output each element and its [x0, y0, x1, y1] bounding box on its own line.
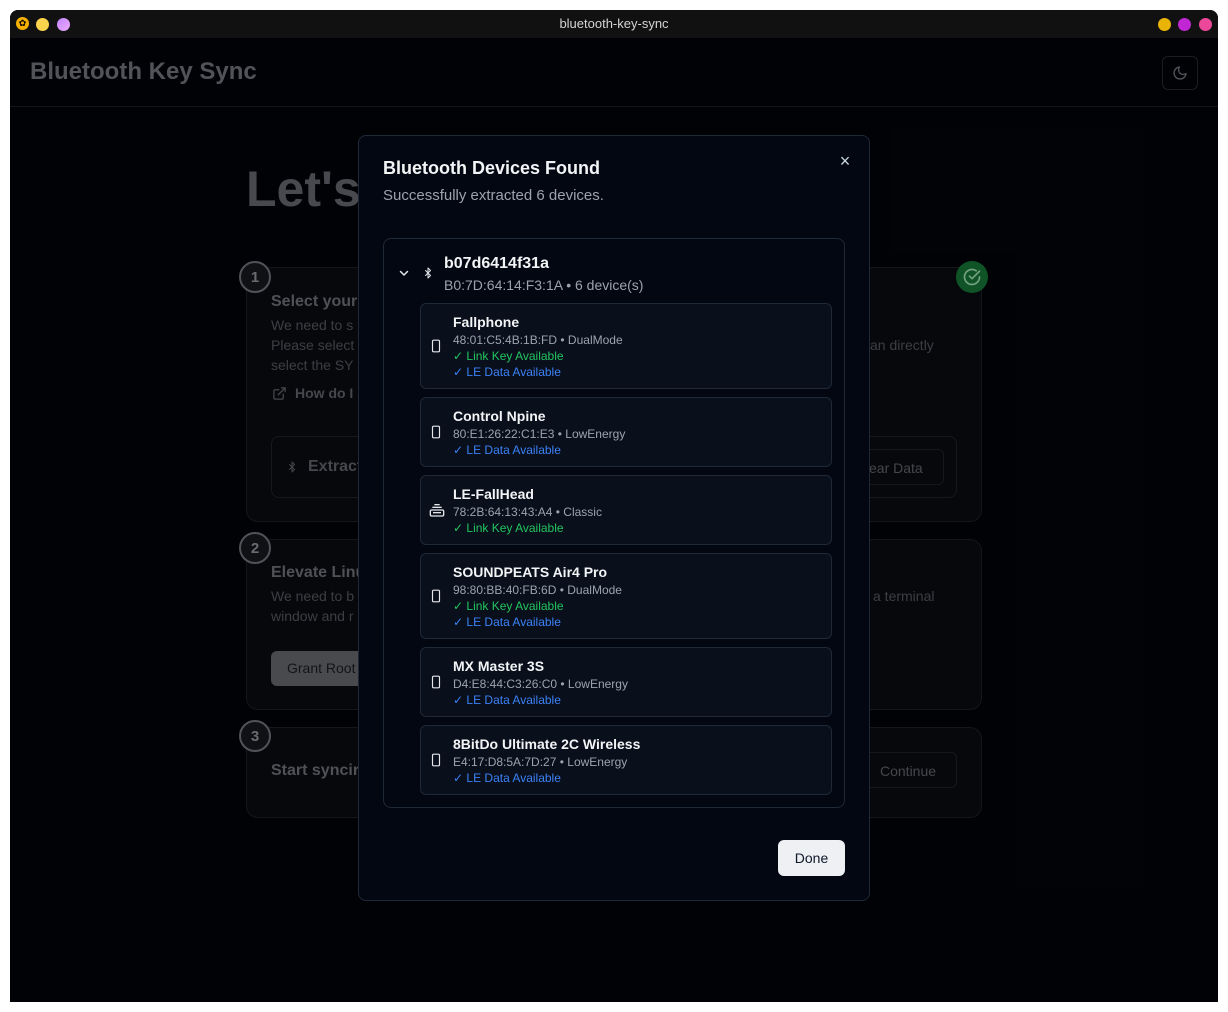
- device-card[interactable]: SOUNDPEATS Air4 Pro 98:80:BB:40:FB:6D • …: [420, 553, 832, 639]
- phone-icon: [431, 425, 441, 439]
- phone-icon: [431, 753, 441, 767]
- device-name: MX Master 3S: [453, 658, 545, 674]
- dialog-subtitle: Successfully extracted 6 devices.: [383, 187, 604, 204]
- device-name: 8BitDo Ultimate 2C Wireless: [453, 736, 641, 752]
- device-meta: D4:E8:44:C3:26:C0 • LowEnergy: [453, 677, 628, 691]
- phone-icon: [431, 589, 441, 603]
- dialog-title: Bluetooth Devices Found: [383, 158, 601, 178]
- device-card[interactable]: Control Npine 80:E1:26:22:C1:E3 • LowEne…: [420, 397, 832, 467]
- le-data-status: ✓ LE Data Available: [453, 615, 561, 629]
- close-icon[interactable]: ×: [835, 151, 855, 171]
- device-name: LE-FallHead: [453, 486, 534, 502]
- device-name: Fallphone: [453, 314, 520, 330]
- device-card[interactable]: LE-FallHead 78:2B:64:13:43:A4 • Classic …: [420, 475, 832, 545]
- done-button[interactable]: Done: [778, 840, 845, 876]
- device-name: SOUNDPEATS Air4 Pro: [453, 564, 608, 580]
- device-card[interactable]: Fallphone 48:01:C5:4B:1B:FD • DualMode ✓…: [420, 303, 832, 389]
- le-data-status: ✓ LE Data Available: [453, 693, 561, 707]
- keyboard-icon: [429, 504, 445, 517]
- adapter-meta: B0:7D:64:14:F3:1A • 6 device(s): [444, 277, 644, 293]
- devices-dialog: Bluetooth Devices Found Successfully ext…: [358, 135, 870, 901]
- link-key-status: ✓ Link Key Available: [453, 599, 564, 613]
- link-key-status: ✓ Link Key Available: [453, 349, 564, 363]
- window-dot-magenta[interactable]: [1178, 18, 1191, 31]
- phone-icon: [431, 675, 441, 689]
- link-key-status: ✓ Link Key Available: [453, 521, 564, 535]
- title-bar: ✿ bluetooth-key-sync: [10, 10, 1218, 38]
- device-meta: 80:E1:26:22:C1:E3 • LowEnergy: [453, 427, 626, 441]
- window-dot-yellow[interactable]: [1158, 18, 1171, 31]
- chevron-down-icon[interactable]: [398, 267, 410, 279]
- app-window: ✿ bluetooth-key-sync Bluetooth Key Sync …: [10, 10, 1218, 1002]
- device-meta: E4:17:D8:5A:7D:27 • LowEnergy: [453, 755, 628, 769]
- phone-icon: [431, 339, 441, 353]
- device-meta: 78:2B:64:13:43:A4 • Classic: [453, 505, 602, 519]
- le-data-status: ✓ LE Data Available: [453, 771, 561, 785]
- bluetooth-icon: [425, 267, 431, 279]
- window-dot-pink[interactable]: [1199, 18, 1212, 31]
- le-data-status: ✓ LE Data Available: [453, 365, 561, 379]
- device-meta: 98:80:BB:40:FB:6D • DualMode: [453, 583, 622, 597]
- window-title: bluetooth-key-sync: [559, 16, 669, 31]
- adapter-group: b07d6414f31a B0:7D:64:14:F3:1A • 6 devic…: [383, 238, 845, 808]
- device-card[interactable]: MX Master 3S D4:E8:44:C3:26:C0 • LowEner…: [420, 647, 832, 717]
- device-name: Control Npine: [453, 408, 546, 424]
- le-data-status: ✓ LE Data Available: [453, 443, 561, 457]
- adapter-name: b07d6414f31a: [444, 255, 549, 272]
- device-meta: 48:01:C5:4B:1B:FD • DualMode: [453, 333, 623, 347]
- device-card[interactable]: 8BitDo Ultimate 2C Wireless E4:17:D8:5A:…: [420, 725, 832, 795]
